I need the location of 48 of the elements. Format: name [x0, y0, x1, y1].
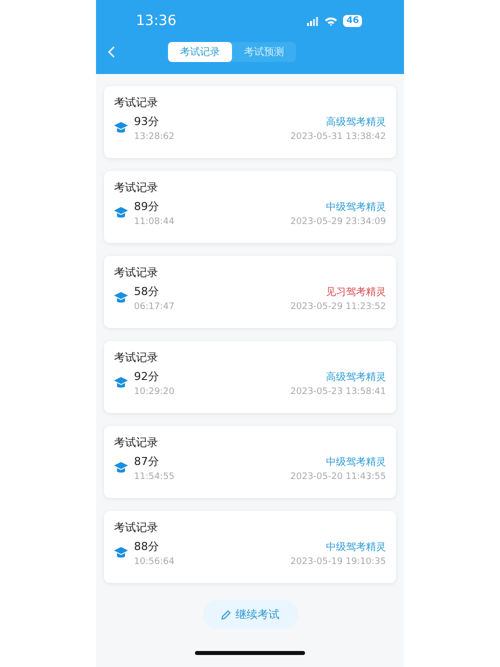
level-label: 中级驾考精灵	[326, 200, 386, 214]
record-title: 考试记录	[114, 435, 159, 450]
record-card[interactable]: 考试记录 87分 11:54:55 中级驾考精灵 2023-05-20 11:43:55	[104, 426, 396, 498]
record-card[interactable]: 考试记录 92分 10:29:20 高级驾考精灵 2023-05-23 13:58:41	[104, 341, 396, 413]
record-date: 2023-05-29 23:34:09	[290, 216, 386, 226]
duration: 06:17:47	[134, 302, 174, 312]
record-card[interactable]: 考试记录 88分 10:56:64 中级驾考精灵 2023-05-19 19:10:35	[104, 511, 396, 583]
signal-icon	[307, 16, 320, 26]
level-label: 高级驾考精灵	[326, 370, 386, 384]
record-card[interactable]: 考试记录 58分 06:17:47 见习驾考精灵 2023-05-29 11:23:52	[104, 256, 396, 328]
record-card[interactable]: 考试记录 89分 11:08:44 中级驾考精灵 2023-05-29 23:34:09	[104, 171, 396, 243]
record-card[interactable]: 考试记录 93分 13:28:62 高级驾考精灵 2023-05-31 13:38:42	[104, 86, 396, 158]
score: 87分	[134, 454, 160, 469]
level-label: 中级驾考精灵	[326, 456, 386, 468]
duration: 10:56:64	[134, 557, 174, 567]
record-title: 考试记录	[114, 180, 159, 195]
graduation-cap-icon	[114, 292, 128, 304]
score: 89分	[134, 199, 160, 214]
battery-level: 46	[343, 15, 362, 27]
record-title: 考试记录	[114, 350, 159, 365]
pencil-icon	[220, 610, 230, 620]
record-title: 考试记录	[114, 520, 159, 535]
record-title: 考试记录	[114, 265, 159, 280]
back-icon[interactable]	[108, 46, 116, 58]
score: 58分	[134, 284, 160, 299]
graduation-cap-icon	[114, 377, 128, 389]
status-time: 13:36	[136, 13, 176, 29]
record-date: 2023-05-31 13:38:42	[290, 132, 386, 142]
record-date: 2023-05-19 19:10:35	[290, 556, 386, 566]
graduation-cap-icon	[114, 547, 128, 559]
score: 88分	[134, 539, 160, 554]
duration: 11:08:44	[134, 217, 174, 227]
duration: 10:29:20	[134, 387, 174, 397]
record-date: 2023-05-20 11:43:55	[290, 472, 386, 482]
duration: 11:54:55	[134, 472, 174, 482]
duration: 13:28:62	[134, 132, 174, 142]
record-date: 2023-05-29 11:23:52	[290, 302, 386, 312]
score: 92分	[134, 369, 160, 384]
record-title: 考试记录	[114, 95, 159, 110]
graduation-cap-icon	[114, 462, 128, 474]
level-label: 高级驾考精灵	[326, 116, 386, 128]
level-label: 中级驾考精灵	[326, 540, 386, 554]
wifi-icon	[325, 16, 338, 26]
graduation-cap-icon	[114, 122, 128, 134]
graduation-cap-icon	[114, 207, 128, 219]
score: 93分	[134, 114, 160, 129]
level-label: 见习驾考精灵	[326, 286, 386, 298]
record-date: 2023-05-23 13:58:41	[290, 386, 386, 396]
